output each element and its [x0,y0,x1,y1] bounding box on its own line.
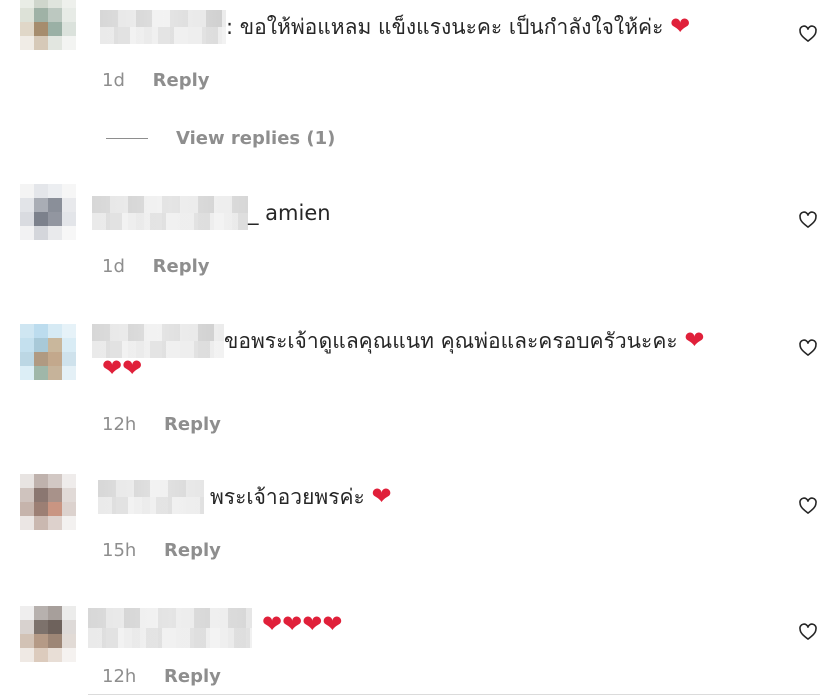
divider [106,138,148,139]
heart-outline-icon[interactable] [798,622,818,642]
heart-emoji: ❤❤ [102,354,143,382]
username-blurred[interactable] [100,10,226,44]
reply-button[interactable]: Reply [153,256,210,277]
heart-emoji: ❤❤❤❤ [262,610,343,638]
timestamp: 15h [102,540,137,561]
divider [88,694,820,695]
view-replies-label: View replies (1) [176,128,336,149]
heart-outline-icon[interactable] [798,338,818,358]
avatar[interactable] [20,474,76,530]
comment-meta: 15h Reply [102,540,221,561]
username-blurred[interactable] [92,196,248,230]
view-replies-button[interactable]: View replies (1) [106,128,335,149]
timestamp: 1d [102,256,125,277]
avatar[interactable] [20,184,76,240]
avatar[interactable] [20,0,76,50]
heart-outline-icon[interactable] [798,210,818,230]
comment-body: ขอพระเจ้าดูแลคุณแนท คุณพ่อและครอบครัวนะค… [224,329,678,353]
comment-body: _ amien [248,201,331,225]
timestamp: 1d [102,70,125,91]
comment-meta: 1d Reply [102,70,209,91]
comment-text: ❤❤❤❤ [262,608,342,642]
comment-text-line2: ❤❤ [102,352,142,386]
username-blurred[interactable] [88,608,252,648]
comment-text: ขอพระเจ้าดูแลคุณแนท คุณพ่อและครอบครัวนะค… [224,324,704,358]
timestamp: 12h [102,414,137,435]
heart-emoji: ❤ [371,482,392,510]
avatar[interactable] [20,324,76,380]
reply-button[interactable]: Reply [164,540,221,561]
username-blurred[interactable] [98,480,204,514]
comment-meta: 1d Reply [102,256,209,277]
comment-meta: 12h Reply [102,414,221,435]
comment-text: : ขอให้พ่อแหลม แข็งแรงนะคะ เป็นกำลังใจให… [226,10,690,44]
heart-outline-icon[interactable] [798,24,818,44]
comment-body: : ขอให้พ่อแหลม แข็งแรงนะคะ เป็นกำลังใจให… [226,15,664,39]
comment-text: พระเจ้าอวยพรค่ะ ❤ [210,480,392,514]
reply-button[interactable]: Reply [153,70,210,91]
reply-button[interactable]: Reply [164,414,221,435]
timestamp: 12h [102,666,137,687]
comment-text: _ amien [248,196,331,230]
avatar[interactable] [20,606,76,662]
comment-meta: 12h Reply [102,666,221,687]
heart-emoji: ❤ [670,12,691,40]
heart-emoji: ❤ [684,326,705,354]
heart-outline-icon[interactable] [798,496,818,516]
reply-button[interactable]: Reply [164,666,221,687]
comment-body: พระเจ้าอวยพรค่ะ [210,485,365,509]
